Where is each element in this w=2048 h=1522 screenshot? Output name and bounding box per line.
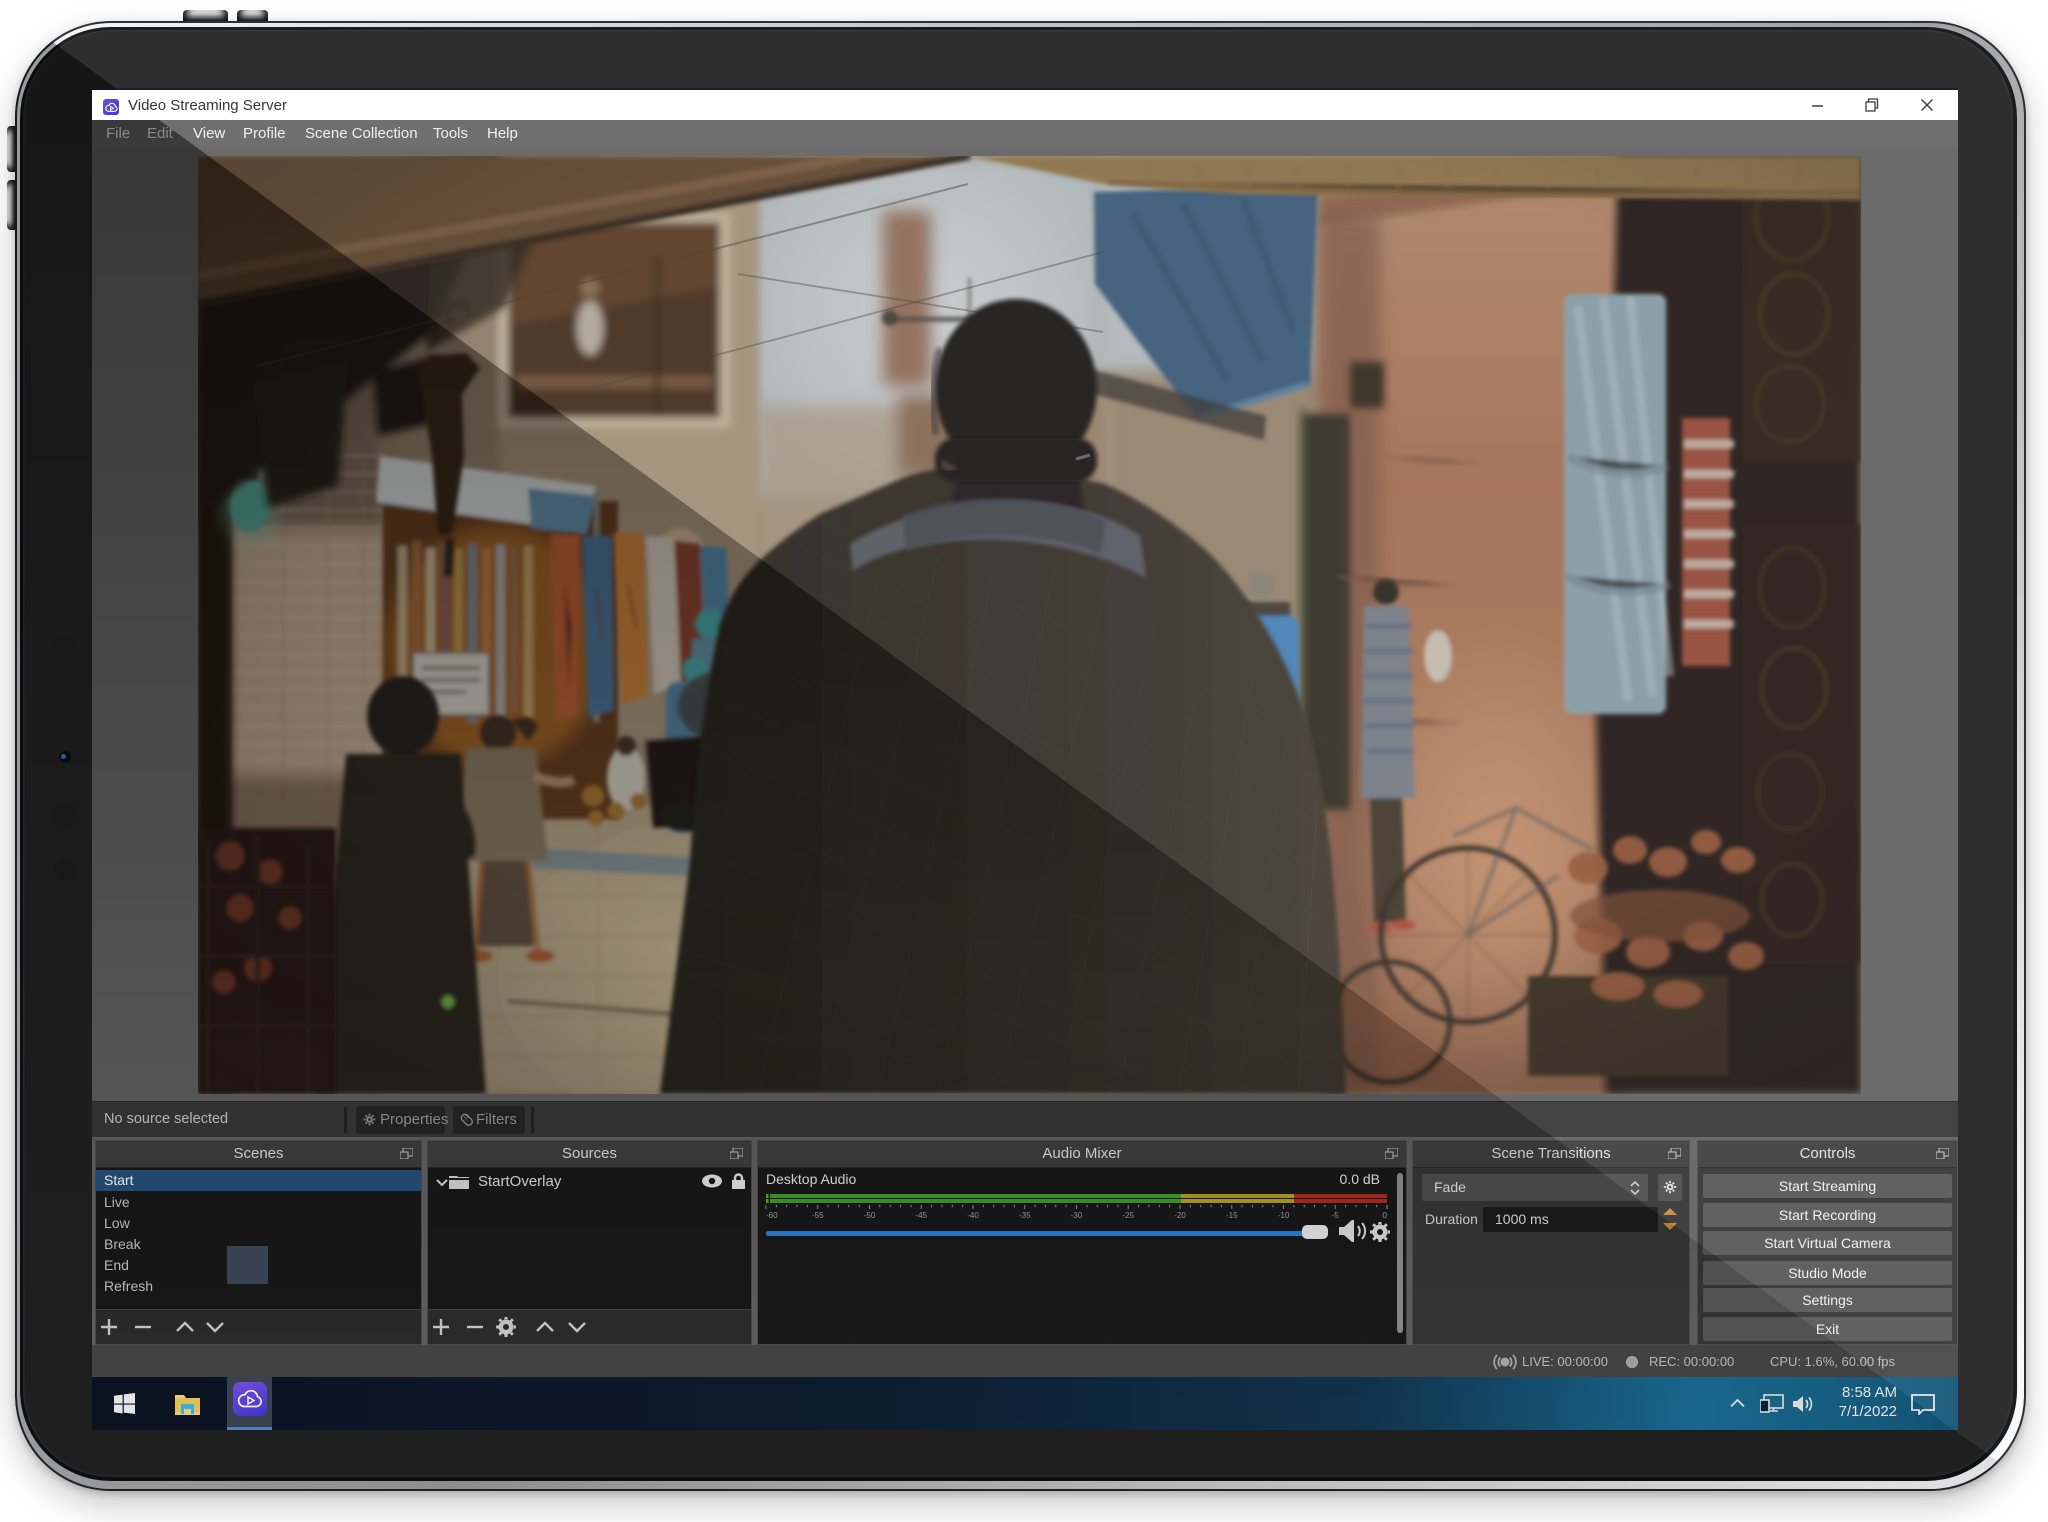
svg-text:-25: -25 [1122,1211,1134,1220]
svg-text:-5: -5 [1332,1211,1340,1220]
svg-text:0: 0 [1383,1211,1388,1220]
svg-text:-40: -40 [967,1211,979,1220]
svg-text:-45: -45 [915,1211,927,1220]
svg-text:-30: -30 [1071,1211,1083,1220]
svg-text:-10: -10 [1278,1211,1290,1220]
svg-text:-60: -60 [766,1211,778,1220]
svg-text:-35: -35 [1019,1211,1031,1220]
svg-text:-20: -20 [1174,1211,1186,1220]
svg-text:-50: -50 [864,1211,876,1220]
svg-text:-15: -15 [1226,1211,1238,1220]
svg-text:-55: -55 [812,1211,824,1220]
